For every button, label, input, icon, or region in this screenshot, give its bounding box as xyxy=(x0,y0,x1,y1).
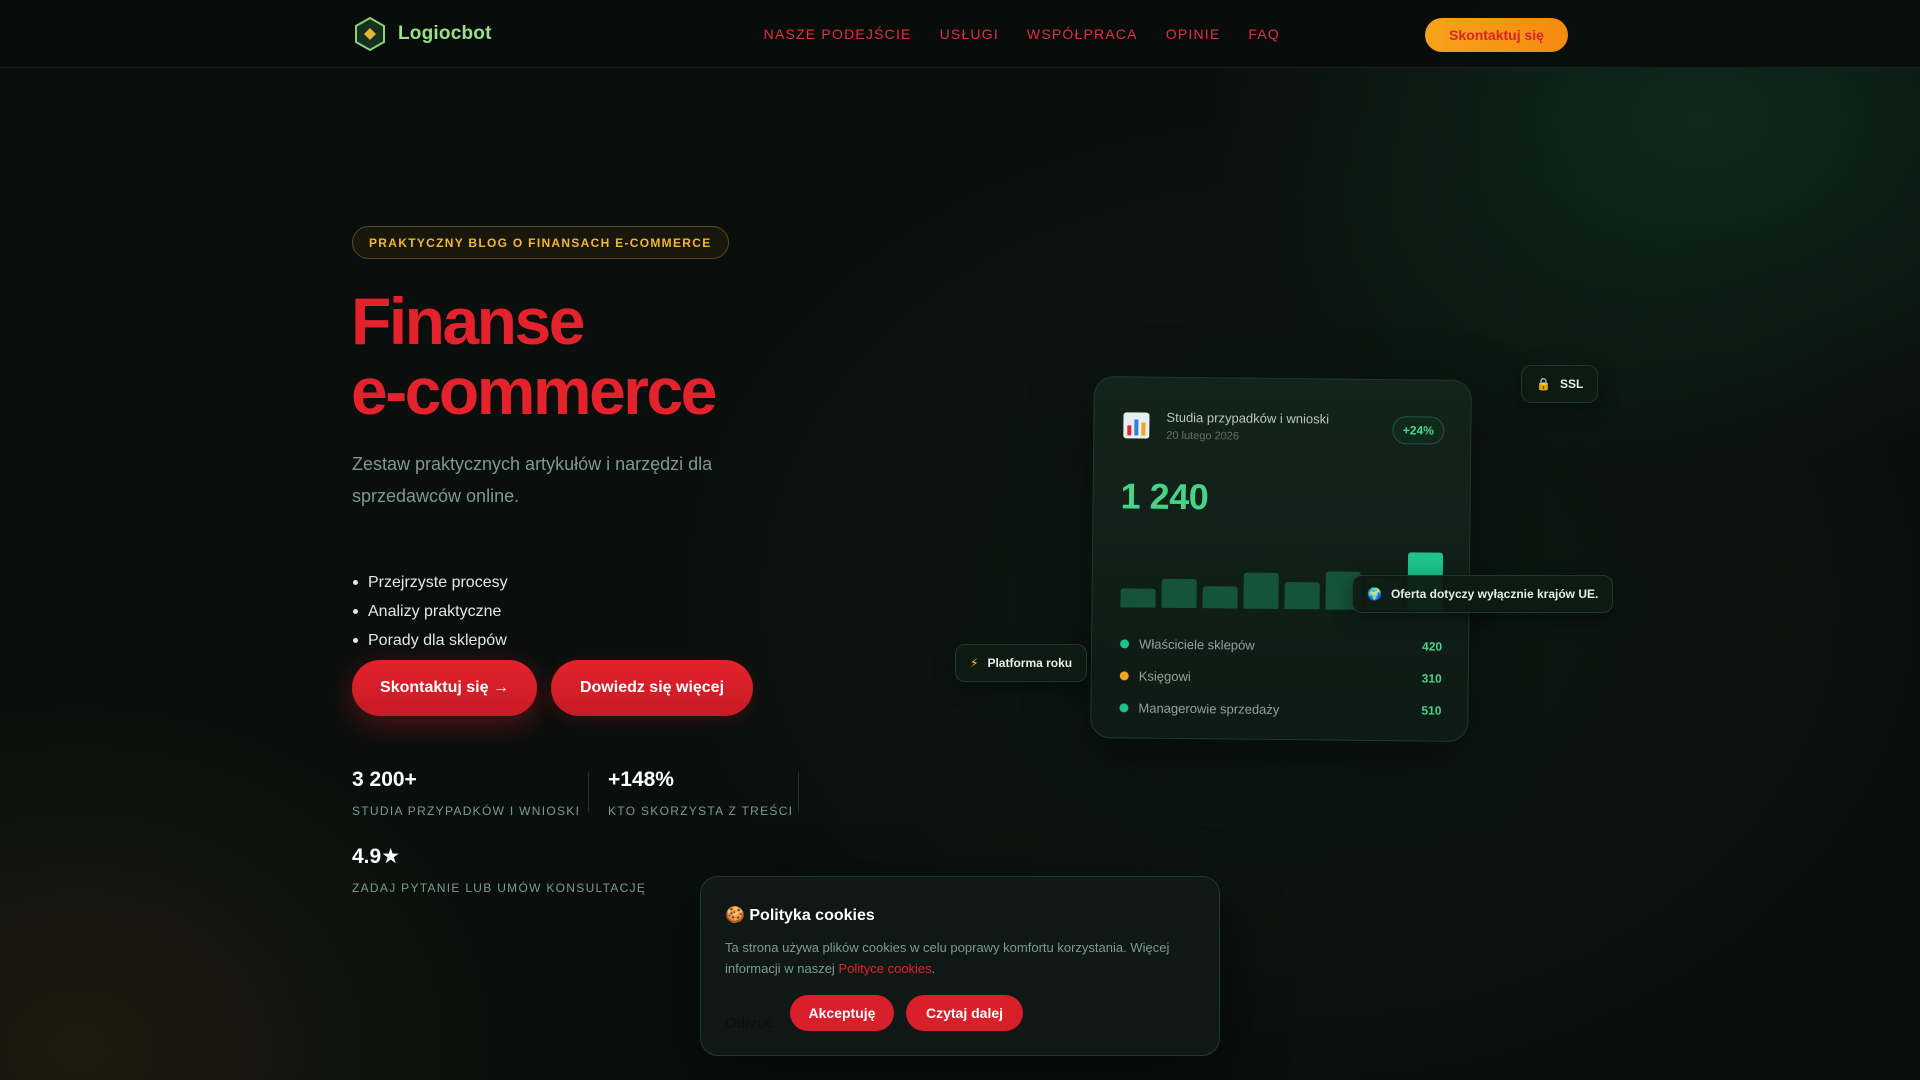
card-bar xyxy=(1284,582,1320,610)
legend-row-shop-owners: Właściciele sklepów 420 xyxy=(1120,633,1442,656)
stat-growth: +148% KTO SKORZYSTA Z TREŚCI xyxy=(608,768,794,818)
lock-icon: 🔒 xyxy=(1536,377,1551,391)
stat-divider xyxy=(798,772,799,812)
card-title: Studia przypadków i wnioski xyxy=(1166,409,1330,427)
bullet-dot-icon xyxy=(353,638,358,643)
card-bar xyxy=(1161,578,1197,609)
bullet-item: Porady dla sklepów xyxy=(353,626,508,655)
cookie-reject-button[interactable]: Odrzuć xyxy=(725,1005,773,1041)
dashboard-card: Studia przypadków i wnioski 20 lutego 20… xyxy=(1090,376,1472,742)
stat-case-studies: 3 200+ STUDIA PRZYPADKÓW I WNIOSKI xyxy=(352,768,581,818)
cookie-consent-panel: 🍪 Polityka cookies Ta strona używa plikó… xyxy=(700,876,1220,1056)
globe-icon: 🌍 xyxy=(1367,587,1382,601)
hero-subtitle: Zestaw praktycznych artykułów i narzędzi… xyxy=(352,454,713,506)
legend-row-sales-managers: Managerowie sprzedaży 510 xyxy=(1119,697,1441,720)
bullet-item: Analizy praktyczne xyxy=(353,597,508,626)
hero-title-line1: Finanse xyxy=(351,284,585,358)
main-nav: NASZE PODEJŚCIE USŁUGI WSPÓŁPRACA OPINIE… xyxy=(764,0,1280,68)
cookie-accept-button[interactable]: Akceptuję xyxy=(790,995,894,1031)
nav-link-cooperation[interactable]: WSPÓŁPRACA xyxy=(1027,26,1138,42)
card-change-badge: +24% xyxy=(1392,416,1445,445)
card-big-value: 1 240 xyxy=(1120,475,1209,518)
nav-link-approach[interactable]: NASZE PODEJŚCIE xyxy=(764,26,912,42)
cookie-policy-link[interactable]: Polityce cookies xyxy=(838,961,931,976)
card-bar xyxy=(1243,572,1279,609)
bar-chart-icon xyxy=(1122,411,1150,446)
hexagon-diamond-icon xyxy=(352,16,388,52)
cookie-title: 🍪 Polityka cookies xyxy=(725,907,875,924)
cookie-text: Ta strona używa plików cookies w celu po… xyxy=(725,940,1170,976)
legend-dot xyxy=(1119,670,1129,680)
nav-link-reviews[interactable]: OPINIE xyxy=(1166,26,1221,42)
hero-badge: PRAKTYCZNY BLOG O FINANSACH E-COMMERCE xyxy=(352,226,729,259)
lightning-icon: ⚡ xyxy=(970,656,979,670)
card-date: 20 lutego 2026 xyxy=(1166,429,1240,443)
hero-bullet-list: Przejrzyste procesy Analizy praktyczne P… xyxy=(353,568,508,655)
hero-title-line2: e-commerce xyxy=(351,354,717,428)
legend-dot xyxy=(1120,638,1130,648)
bullet-dot-icon xyxy=(353,609,358,614)
header-contact-button[interactable]: Skontaktuj się xyxy=(1425,18,1568,52)
legend-row-accountants: Księgowi 310 xyxy=(1119,665,1442,688)
brand-logo[interactable]: Logiocbot xyxy=(352,16,492,52)
bullet-dot-icon xyxy=(353,580,358,585)
hero-title: Finanse e-commerce xyxy=(351,286,911,426)
cookie-read-more-button[interactable]: Czytaj dalej xyxy=(906,995,1023,1031)
stat-rating: 4.9★ ZADAJ PYTANIE LUB UMÓW KONSULTACJĘ xyxy=(352,845,647,895)
eu-offer-chip: 🌍 Oferta dotyczy wyłącznie krajów UE. xyxy=(1352,575,1614,613)
platform-award-chip: ⚡ Platforma roku xyxy=(955,644,1088,682)
nav-link-services[interactable]: USŁUGI xyxy=(940,26,999,42)
card-bar xyxy=(1120,588,1156,608)
hero-learn-more-button[interactable]: Dowiedz się więcej xyxy=(551,660,753,716)
legend-dot xyxy=(1119,702,1129,712)
stat-divider xyxy=(588,772,589,812)
hero-contact-button[interactable]: Skontaktuj się → xyxy=(352,660,537,716)
site-header: Logiocbot NASZE PODEJŚCIE USŁUGI WSPÓŁPR… xyxy=(0,0,1920,68)
nav-link-faq[interactable]: FAQ xyxy=(1248,26,1280,42)
ssl-chip: 🔒 SSL xyxy=(1521,365,1599,403)
bullet-item: Przejrzyste procesy xyxy=(353,568,508,597)
card-bar xyxy=(1202,586,1238,609)
brand-name: Logiocbot xyxy=(398,23,492,44)
